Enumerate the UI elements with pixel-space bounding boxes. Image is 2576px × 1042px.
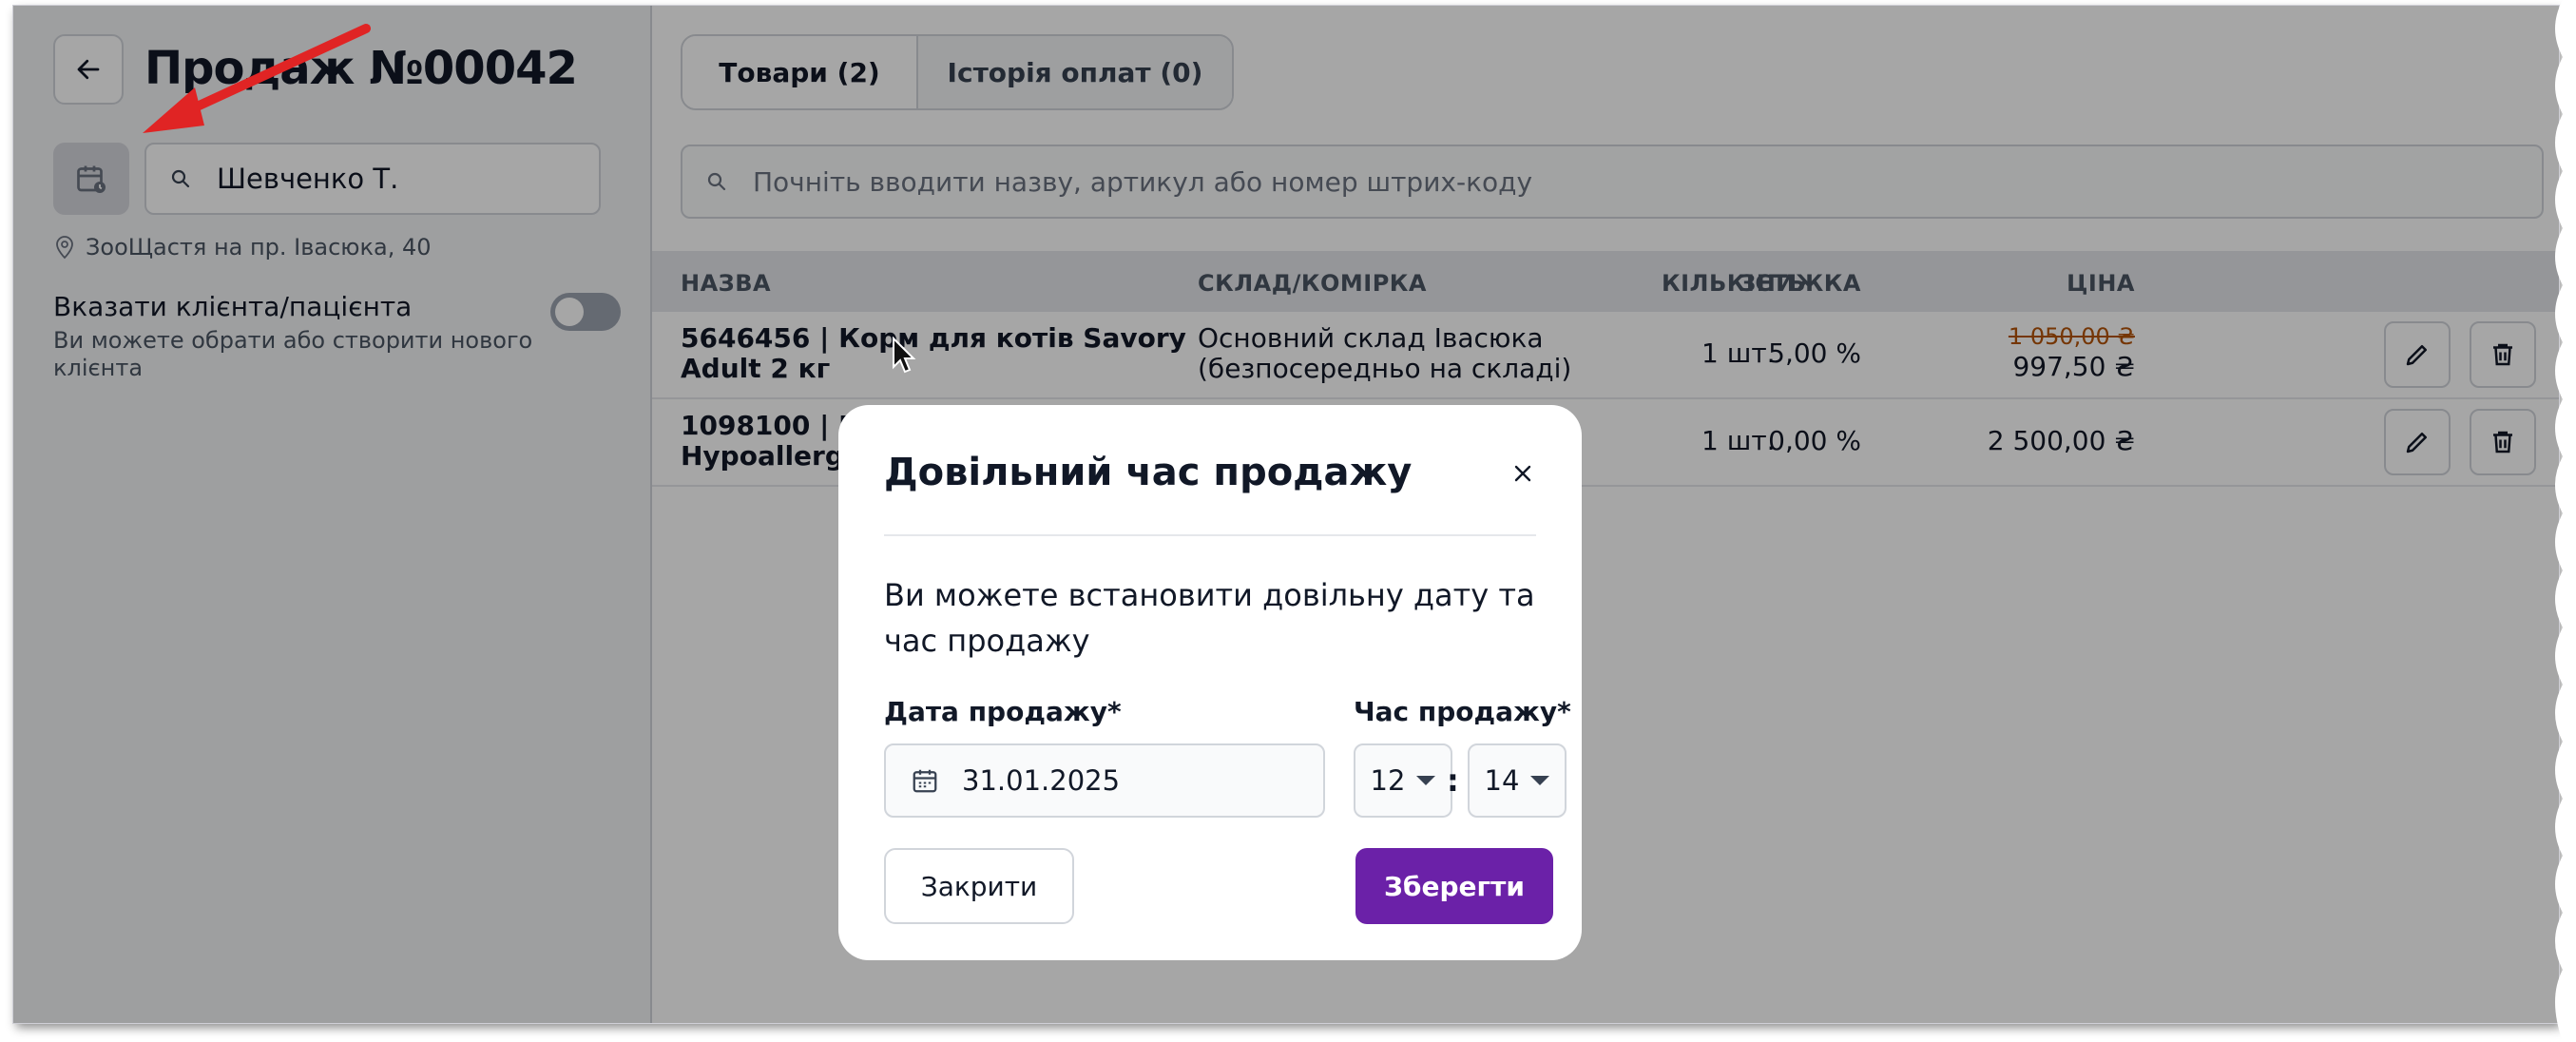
time-label: Час продажу*: [1354, 696, 1571, 727]
time-separator: :: [1447, 762, 1459, 799]
modal-close-button[interactable]: [1504, 454, 1542, 492]
hour-select[interactable]: 12: [1354, 743, 1452, 818]
minute-value: 14: [1484, 764, 1520, 797]
close-button[interactable]: Закрити: [884, 848, 1074, 924]
modal-description: Ви можете встановити довільну дату та ча…: [884, 577, 1535, 659]
custom-time-modal: Довільний час продажу Ви можете встанови…: [838, 405, 1582, 960]
date-value: 31.01.2025: [962, 764, 1121, 797]
close-icon: [1514, 465, 1531, 482]
modal-title: Довільний час продажу: [884, 451, 1413, 494]
date-input[interactable]: 31.01.2025: [884, 743, 1325, 818]
torn-edge: [2555, 0, 2576, 1042]
mouse-cursor-icon: [893, 337, 916, 374]
chevron-down-icon: [1416, 776, 1436, 785]
date-label: Дата продажу*: [884, 696, 1122, 727]
save-button[interactable]: Зберегти: [1355, 848, 1553, 924]
chevron-down-icon: [1530, 776, 1550, 785]
modal-divider: [884, 534, 1536, 536]
calendar-icon: [913, 769, 937, 793]
minute-select[interactable]: 14: [1468, 743, 1567, 818]
hour-value: 12: [1370, 764, 1406, 797]
